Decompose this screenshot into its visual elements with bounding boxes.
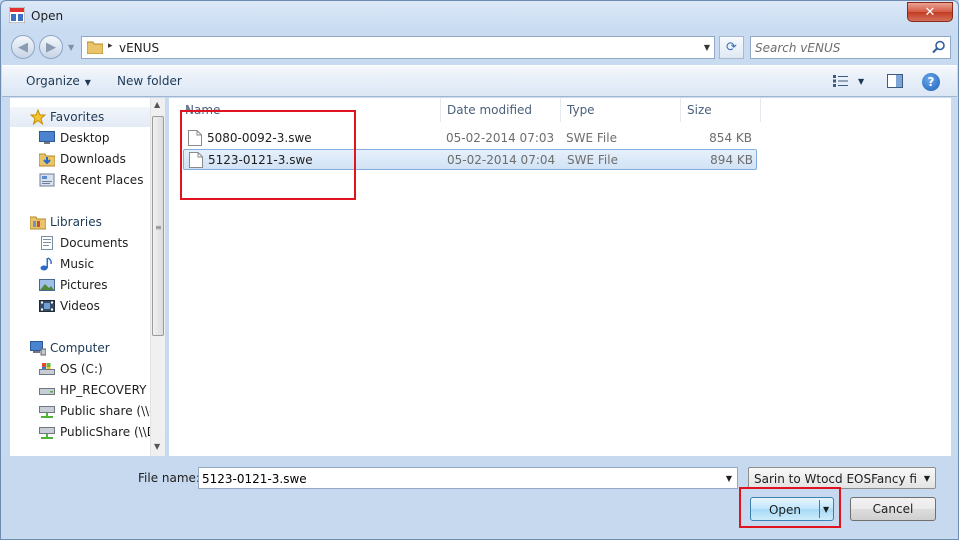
sidebar-item-desktop[interactable]: Desktop xyxy=(10,128,150,148)
breadcrumb-venus[interactable]: vENUS xyxy=(119,41,159,55)
file-type-filter[interactable]: Sarin to Wtocd EOSFancy files ( ▼ xyxy=(748,467,936,489)
downloads-icon xyxy=(39,153,55,167)
file-type-filter-value: Sarin to Wtocd EOSFancy files ( xyxy=(754,472,918,486)
back-button[interactable]: ◀ xyxy=(11,35,35,59)
sidebar-item-publicshare[interactable]: PublicShare (\\DI xyxy=(10,422,150,442)
file-name-input[interactable] xyxy=(202,471,702,486)
sidebar-item-downloads[interactable]: Downloads xyxy=(10,149,150,169)
recent-locations-chevron-icon[interactable]: ▼ xyxy=(68,43,74,52)
breadcrumb-separator-icon[interactable]: ▸ xyxy=(108,41,113,51)
help-icon[interactable]: ? xyxy=(922,73,940,91)
star-icon xyxy=(30,109,46,125)
preview-pane-icon[interactable] xyxy=(887,74,903,88)
documents-icon xyxy=(41,236,53,250)
drive-icon xyxy=(39,363,55,375)
navigation-row: ◀ ▶ ▼ ▸ vENUS ▼ ⟳ xyxy=(1,31,958,63)
sidebar-item-hp-recovery[interactable]: HP_RECOVERY (D xyxy=(10,380,150,400)
sidebar-item-public-share[interactable]: Public share (\\d xyxy=(10,401,150,421)
file-date: 05-02-2014 07:04 xyxy=(447,153,556,167)
videos-icon xyxy=(39,300,55,312)
search-input[interactable] xyxy=(755,40,925,56)
title-bar: Open ✕ xyxy=(1,1,958,31)
window-title: Open xyxy=(31,9,64,23)
forward-arrow-icon: ▶ xyxy=(46,39,56,55)
drive-icon xyxy=(39,388,55,395)
file-size: 854 KB xyxy=(709,131,752,145)
navigation-pane-scrollbar[interactable]: ▲ ≡ ▼ xyxy=(150,98,165,456)
sidebar-item-pictures[interactable]: Pictures xyxy=(10,275,150,295)
sidebar-item-music[interactable]: Music xyxy=(10,254,150,274)
change-view-icon[interactable] xyxy=(833,75,849,87)
app-icon xyxy=(9,7,25,23)
sidebar-item-os-c[interactable]: OS (C:) xyxy=(10,359,150,379)
column-header-size[interactable]: Size xyxy=(681,98,761,122)
file-name-dropdown-icon[interactable]: ▼ xyxy=(726,474,732,483)
scroll-down-arrow-icon[interactable]: ▼ xyxy=(154,442,160,451)
computer-icon xyxy=(30,341,46,356)
navigation-pane: Favorites Desktop Downloads Recent Place… xyxy=(10,98,150,456)
column-header-type[interactable]: Type xyxy=(561,98,681,122)
open-dialog: Open ✕ ◀ ▶ ▼ ▸ vENUS ▼ ⟳ Organize▼ New f… xyxy=(0,0,959,540)
column-header-date-modified[interactable]: Date modified xyxy=(441,98,561,122)
close-button[interactable]: ✕ xyxy=(907,2,953,22)
desktop-icon xyxy=(39,131,55,144)
chevron-down-icon: ▼ xyxy=(923,474,930,483)
new-folder-button[interactable]: New folder xyxy=(117,74,182,88)
cancel-button[interactable]: Cancel xyxy=(850,497,936,521)
address-dropdown-icon[interactable]: ▼ xyxy=(704,43,710,52)
close-icon: ✕ xyxy=(924,4,936,20)
music-icon xyxy=(40,257,52,271)
recent-places-icon xyxy=(39,173,55,187)
network-drive-icon xyxy=(39,406,55,418)
command-bar: Organize ▼ New folder ▼ ? xyxy=(2,65,957,97)
address-bar[interactable]: ▸ vENUS ▼ xyxy=(81,36,715,59)
sidebar-group-favorites[interactable]: Favorites xyxy=(10,107,150,127)
scrollbar-thumb[interactable]: ≡ xyxy=(152,116,164,336)
grip-icon: ≡ xyxy=(155,223,162,232)
sidebar-group-libraries[interactable]: Libraries xyxy=(10,212,150,232)
annotation-highlight-open xyxy=(739,487,841,528)
network-drive-icon xyxy=(39,427,55,439)
sidebar-item-documents[interactable]: Documents xyxy=(10,233,150,253)
file-type: SWE File xyxy=(567,153,618,167)
refresh-button[interactable]: ⟳ xyxy=(719,36,744,59)
file-name-label: File name: xyxy=(138,471,200,485)
file-type: SWE File xyxy=(566,131,617,145)
organize-menu[interactable]: Organize ▼ xyxy=(26,74,91,88)
file-size: 894 KB xyxy=(710,153,753,167)
forward-button[interactable]: ▶ xyxy=(39,35,63,59)
annotation-highlight-files xyxy=(180,110,356,200)
sidebar-item-videos[interactable]: Videos xyxy=(10,296,150,316)
sidebar-group-computer[interactable]: Computer xyxy=(10,338,150,358)
file-date: 05-02-2014 07:03 xyxy=(446,131,555,145)
back-arrow-icon: ◀ xyxy=(18,39,28,55)
pictures-icon xyxy=(39,279,55,291)
chevron-down-icon: ▼ xyxy=(84,78,91,87)
folder-icon xyxy=(87,41,103,54)
file-name-combobox[interactable]: ▼ xyxy=(198,467,738,489)
search-icon[interactable] xyxy=(932,40,946,54)
sidebar-item-recent-places[interactable]: Recent Places xyxy=(10,170,150,190)
libraries-icon xyxy=(30,216,46,230)
scroll-up-arrow-icon[interactable]: ▲ xyxy=(154,100,160,109)
refresh-icon: ⟳ xyxy=(726,40,737,55)
view-options-chevron-icon[interactable]: ▼ xyxy=(858,77,864,86)
search-box[interactable] xyxy=(750,36,951,59)
